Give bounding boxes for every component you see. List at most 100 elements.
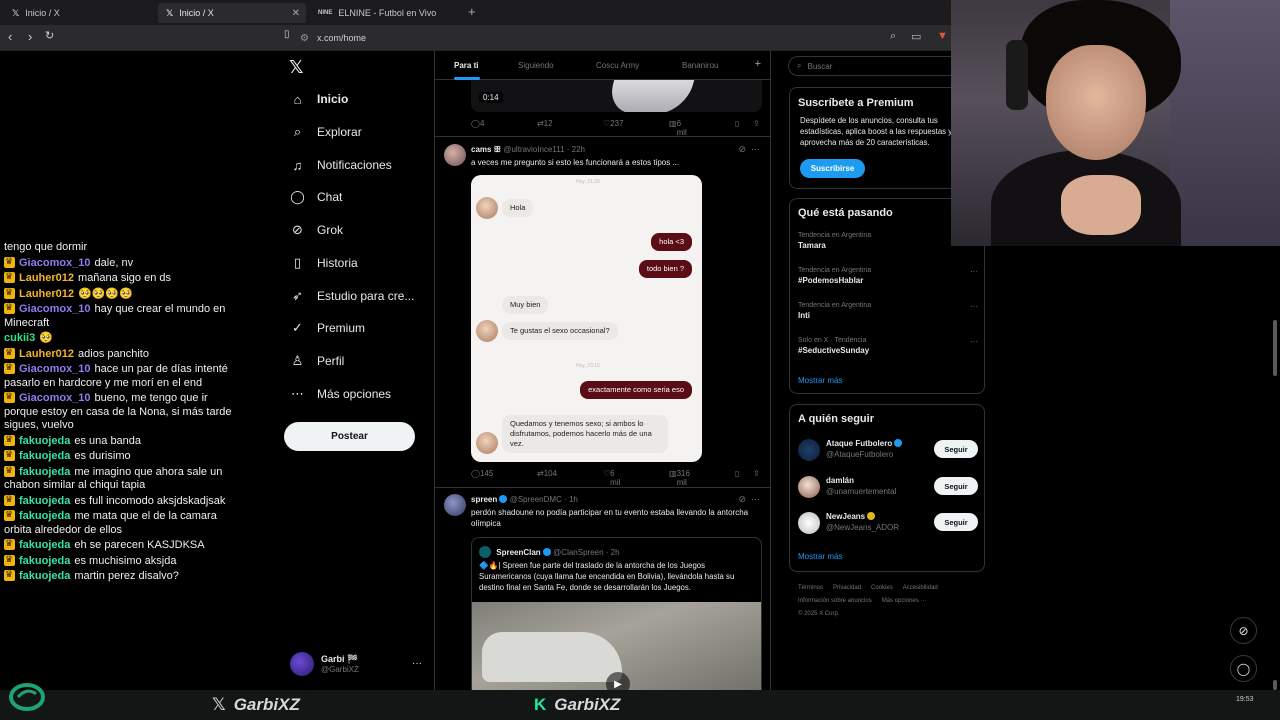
more-icon[interactable]: ··· xyxy=(751,494,760,504)
video-thumbnail[interactable]: 0:14 xyxy=(471,80,762,112)
site-info-icon[interactable]: ⚙ xyxy=(300,33,309,44)
zoom-icon[interactable]: ⌕ xyxy=(890,30,896,43)
follow-suggestion[interactable]: damlán @unamuertemental Seguir xyxy=(798,474,978,502)
sidebar-item-perfil[interactable]: ♙ Perfil xyxy=(290,351,345,371)
browser-tab-2[interactable]: 𝕏 Inicio / X ✕ xyxy=(158,3,306,23)
chat-username[interactable]: Lauher012 xyxy=(19,348,74,360)
add-tab-icon[interactable]: + xyxy=(755,58,761,70)
author-handle[interactable]: @SpreenDMC xyxy=(510,495,562,504)
sidebar-item-historia[interactable]: ▯ Historia xyxy=(290,253,358,273)
footer-link[interactable]: Más opciones ··· xyxy=(882,598,927,604)
scrollbar-arrow[interactable] xyxy=(1273,680,1277,690)
reply-button[interactable]: ◯ 4 xyxy=(471,119,484,128)
follow-name[interactable]: NewJeans xyxy=(826,512,876,521)
sidebar-item-m-s-opciones[interactable]: ⋯ Más opciones xyxy=(290,384,391,404)
chat-username[interactable]: fakuojeda xyxy=(19,450,70,462)
avatar[interactable] xyxy=(798,476,820,498)
back-icon[interactable]: ‹ xyxy=(8,29,12,44)
chat-username[interactable]: Lauher012 xyxy=(19,272,74,284)
footer-link[interactable]: Cookies xyxy=(871,585,893,591)
messages-float-button[interactable]: ◯ xyxy=(1230,655,1257,682)
follow-button[interactable]: Seguir xyxy=(934,513,978,531)
follow-show-more[interactable]: Mostrar más xyxy=(798,552,842,561)
url-field[interactable]: ⚙ x.com/home xyxy=(300,30,366,46)
chat-username[interactable]: fakuojeda xyxy=(19,435,70,447)
chat-username[interactable]: Giacomox_10 xyxy=(19,257,91,269)
grok-icon[interactable]: ⊘ xyxy=(738,144,746,154)
tab-para-ti[interactable]: Para ti xyxy=(454,61,478,70)
quote-video-thumbnail[interactable]: ▶ xyxy=(472,602,761,690)
new-tab-button[interactable]: + xyxy=(468,4,476,19)
avatar[interactable] xyxy=(798,512,820,534)
more-icon[interactable]: ··· xyxy=(751,144,760,154)
sidebar-item-inicio[interactable]: ⌂ Inicio xyxy=(290,89,349,109)
retweet-button[interactable]: ⇄ 12 xyxy=(537,119,553,128)
footer-link[interactable]: Accesibilidad xyxy=(903,585,938,591)
follow-suggestion[interactable]: NewJeans @NewJeans_ADOR Seguir xyxy=(798,510,978,538)
close-icon[interactable]: ✕ xyxy=(292,8,300,19)
follow-name[interactable]: Ataque Futbolero xyxy=(826,439,903,448)
chat-username[interactable]: Giacomox_10 xyxy=(19,392,91,404)
trend-item[interactable]: Solo en X · Tendencia #SeductiveSunday ··· xyxy=(798,337,978,355)
search-input[interactable]: ⌕ Buscar xyxy=(788,56,958,76)
browser-tab-3[interactable]: NINE ELNINE - Futbol en Vivo xyxy=(310,3,460,23)
like-button[interactable]: ♡ 237 xyxy=(603,119,624,128)
avatar[interactable] xyxy=(798,439,820,461)
brave-shield-icon[interactable]: ▼ xyxy=(937,30,948,42)
account-more-icon[interactable]: ··· xyxy=(412,658,422,669)
retweet-button[interactable]: ⇄ 104 xyxy=(537,469,557,478)
bookmark-icon[interactable]: ▯ xyxy=(284,29,290,40)
avatar[interactable] xyxy=(444,494,466,516)
more-icon[interactable]: ··· xyxy=(970,267,978,276)
cast-icon[interactable]: ▭ xyxy=(911,30,921,43)
views-button[interactable]: ▥ 316 mil xyxy=(669,469,690,487)
sidebar-item-estudio-para-cre[interactable]: ➶ Estudio para cre... xyxy=(290,286,414,306)
views-button[interactable]: ▥ 6 mil xyxy=(669,119,687,137)
chat-username[interactable]: fakuojeda xyxy=(19,570,70,582)
follow-button[interactable]: Seguir xyxy=(934,477,978,495)
browser-tab-1[interactable]: 𝕏 Inicio / X xyxy=(4,3,154,23)
tab-siguiendo[interactable]: Siguiendo xyxy=(518,61,554,70)
sidebar-item-grok[interactable]: ⊘ Grok xyxy=(290,220,343,240)
grok-float-button[interactable]: ⊘ xyxy=(1230,617,1257,644)
more-icon[interactable]: ··· xyxy=(970,337,978,346)
reload-icon[interactable]: ↻ xyxy=(45,29,54,42)
share-icon[interactable]: ⇪ xyxy=(753,119,760,128)
tweet-time[interactable]: 22h xyxy=(572,145,585,154)
post-button[interactable]: Postear xyxy=(284,422,415,451)
chat-username[interactable]: fakuojeda xyxy=(19,539,70,551)
tweet-time[interactable]: 1h xyxy=(569,495,578,504)
bookmark-icon[interactable]: ▯ xyxy=(735,119,739,128)
forward-icon[interactable]: › xyxy=(28,29,32,44)
trends-show-more[interactable]: Mostrar más xyxy=(798,376,842,385)
chat-username[interactable]: Lauher012 xyxy=(19,288,74,300)
like-button[interactable]: ♡ 6 mil xyxy=(603,469,620,487)
sidebar-item-explorar[interactable]: ⌕ Explorar xyxy=(290,122,362,142)
chat-username[interactable]: fakuojeda xyxy=(19,466,70,478)
scrollbar-thumb[interactable] xyxy=(1273,320,1277,376)
bookmark-icon[interactable]: ▯ xyxy=(735,469,739,478)
sidebar-item-premium[interactable]: ✓ Premium xyxy=(290,318,365,338)
trend-item[interactable]: Tendencia en Argentina Inti ··· xyxy=(798,302,978,320)
chat-username[interactable]: cukii3 xyxy=(4,332,35,344)
grok-icon[interactable]: ⊘ xyxy=(738,494,746,504)
trend-item[interactable]: Tendencia en Argentina #PodemosHablar ··· xyxy=(798,267,978,285)
author-handle[interactable]: @ultravioInce111 xyxy=(503,145,564,154)
sidebar-item-notificaciones[interactable]: ♫ Notificaciones xyxy=(290,155,392,175)
follow-name[interactable]: damlán xyxy=(826,476,854,485)
x-logo-icon[interactable]: 𝕏 xyxy=(289,57,304,78)
chat-username[interactable]: Giacomox_10 xyxy=(19,303,91,315)
tab-coscu-army[interactable]: Coscu Army xyxy=(596,61,639,70)
footer-link[interactable]: © 2025 X Corp. xyxy=(798,611,839,617)
chat-username[interactable]: fakuojeda xyxy=(19,555,70,567)
tab-bananirou[interactable]: Bananirou xyxy=(682,61,718,70)
footer-link[interactable]: Información sobre anuncios xyxy=(798,598,872,604)
footer-link[interactable]: Términos xyxy=(798,585,823,591)
chat-username[interactable]: fakuojeda xyxy=(19,495,70,507)
author-name[interactable]: spreen xyxy=(471,495,497,504)
follow-suggestion[interactable]: Ataque Futbolero @AtaqueFutbolero Seguir xyxy=(798,437,978,465)
subscribe-button[interactable]: Suscribirse xyxy=(800,159,865,178)
quoted-tweet[interactable]: SpreenClan @ClanSpreen · 2h 🔷🔥| Spreen f… xyxy=(471,537,762,690)
play-icon[interactable]: ▶ xyxy=(606,672,630,690)
more-icon[interactable]: ··· xyxy=(970,302,978,311)
